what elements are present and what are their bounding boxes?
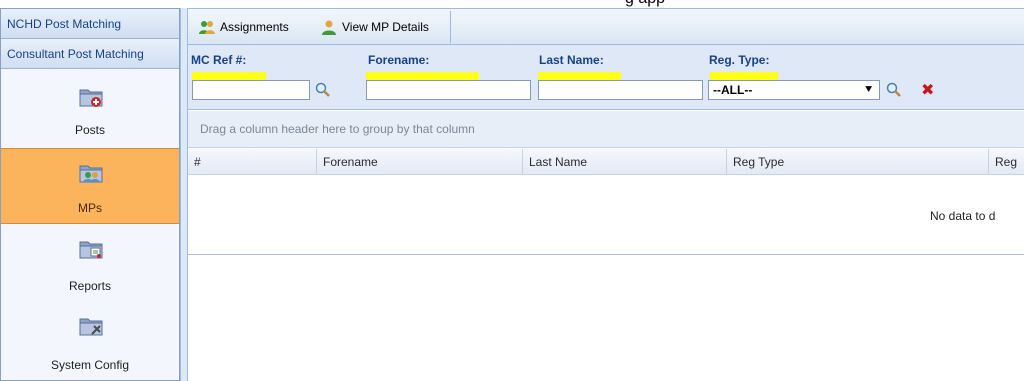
user-icon xyxy=(322,20,336,35)
sidebar-item-system-config[interactable]: System Config xyxy=(1,302,179,380)
mc-ref-label: MC Ref #: xyxy=(191,53,247,67)
assignments-label: Assignments xyxy=(220,20,289,34)
view-mp-details-button[interactable]: View MP Details xyxy=(316,16,429,38)
folder-people-icon xyxy=(79,165,103,183)
group-hint: Drag a column header here to group by th… xyxy=(200,122,475,136)
search-icon[interactable] xyxy=(885,81,903,99)
empty-message: No data to d xyxy=(930,209,996,223)
pane-splitter[interactable] xyxy=(180,8,188,381)
main-pane: Assignments View MP Details MC Ref #: Fo… xyxy=(188,8,1024,381)
group-by-area[interactable]: Drag a column header here to group by th… xyxy=(188,111,1024,148)
toolbar-separator xyxy=(450,11,451,43)
mc-ref-search-icon[interactable] xyxy=(314,81,332,99)
assignments-icon xyxy=(199,21,215,34)
column-header-reg[interactable]: Reg xyxy=(988,149,1024,175)
clear-filter-icon[interactable]: ✖ xyxy=(921,82,934,98)
sidebar-item-mps-label: MPs xyxy=(78,201,102,215)
reg-type-value: --ALL-- xyxy=(713,83,753,97)
sidebar: NCHD Post Matching Consultant Post Match… xyxy=(0,8,180,381)
sidebar-item-reports-label: Reports xyxy=(68,279,112,293)
reg-type-select[interactable]: --ALL-- ⯆ xyxy=(708,80,880,100)
grid-body: No data to d xyxy=(188,175,1024,255)
column-header-forename[interactable]: Forename xyxy=(316,149,522,175)
view-mp-details-label: View MP Details xyxy=(342,20,429,34)
sidebar-item-mps[interactable]: MPs xyxy=(1,148,179,224)
mc-ref-input[interactable] xyxy=(192,80,310,100)
sidebar-item-system-config-label: System Config xyxy=(50,358,130,372)
last-name-label: Last Name: xyxy=(539,53,604,67)
folder-add-icon xyxy=(79,89,103,107)
folder-settings-icon xyxy=(79,318,103,336)
column-header-reg-type[interactable]: Reg Type xyxy=(726,149,988,175)
assignments-button[interactable]: Assignments xyxy=(194,16,289,38)
caption-text: g app xyxy=(625,0,665,8)
column-header-number[interactable]: # xyxy=(188,149,316,175)
sidebar-item-posts[interactable]: Posts xyxy=(1,71,179,147)
last-name-input[interactable] xyxy=(538,80,703,100)
sidebar-item-posts-label: Posts xyxy=(74,123,105,137)
folder-report-icon xyxy=(79,241,103,259)
nav-header-nchd[interactable]: NCHD Post Matching xyxy=(1,9,179,39)
reg-type-label: Reg. Type: xyxy=(709,53,770,67)
chevron-down-icon: ⯆ xyxy=(864,84,873,96)
forename-label: Forename: xyxy=(368,53,430,67)
toolbar: Assignments View MP Details xyxy=(188,9,1024,45)
filter-panel: MC Ref #: Forename: Last Name: Reg. Type… xyxy=(188,45,1024,110)
nav-header-consultant-label: Consultant Post Matching xyxy=(7,47,144,61)
forename-input[interactable] xyxy=(366,80,531,100)
grid-header: # Forename Last Name Reg Type Reg xyxy=(188,149,1024,175)
top-caption: g app xyxy=(0,0,1024,8)
sidebar-item-reports[interactable]: Reports xyxy=(1,225,179,301)
nav-header-consultant[interactable]: Consultant Post Matching xyxy=(1,39,179,69)
column-header-last-name[interactable]: Last Name xyxy=(522,149,726,175)
nav-header-nchd-label: NCHD Post Matching xyxy=(7,17,122,31)
